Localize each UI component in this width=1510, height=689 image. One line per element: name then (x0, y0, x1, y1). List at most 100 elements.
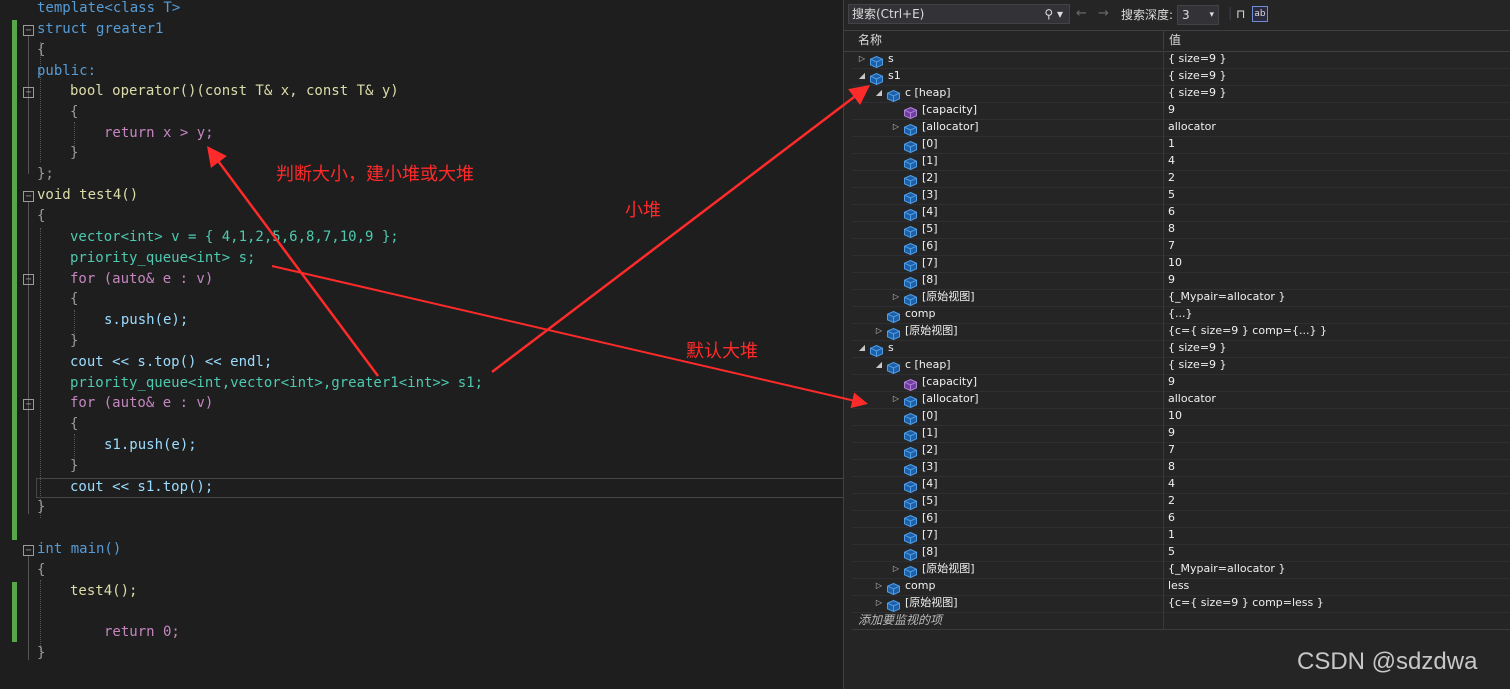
watch-row[interactable]: ▷ [原始视图] {c={ size=9 } comp=less } (852, 595, 1510, 613)
code-line[interactable]: priority_queue<int,vector<int>,greater1<… (70, 373, 483, 393)
watch-row[interactable]: [8] 9 (852, 272, 1510, 290)
watch-row[interactable]: [8] 5 (852, 544, 1510, 562)
watch-row[interactable]: ▷ [allocator] allocator (852, 119, 1510, 137)
watch-row-value[interactable]: 7 (1168, 442, 1175, 458)
watch-row-value[interactable]: 6 (1168, 510, 1175, 526)
watch-row-value[interactable]: {_Mypair=allocator } (1168, 561, 1285, 577)
watch-row-value[interactable]: 1 (1168, 136, 1175, 152)
add-watch-row[interactable]: 添加要监视的项 (852, 612, 1510, 630)
watch-row[interactable]: ▷ [原始视图] {_Mypair=allocator } (852, 289, 1510, 307)
watch-row[interactable]: [3] 5 (852, 187, 1510, 205)
watch-row[interactable]: ▷ [原始视图] {_Mypair=allocator } (852, 561, 1510, 579)
watch-row-value[interactable]: 1 (1168, 527, 1175, 543)
code-line[interactable]: struct greater1 (37, 19, 163, 39)
watch-row[interactable]: [capacity] 9 (852, 102, 1510, 120)
watch-row[interactable]: [2] 2 (852, 170, 1510, 188)
expand-arrow-icon[interactable]: ▷ (891, 391, 901, 407)
code-line[interactable]: { (37, 560, 45, 580)
watch-row[interactable]: [0] 1 (852, 136, 1510, 154)
code-line[interactable]: }; (37, 164, 54, 184)
fold-toggle-icon[interactable]: − (23, 399, 34, 410)
code-line[interactable]: } (70, 143, 78, 163)
watch-row-value[interactable]: 5 (1168, 187, 1175, 203)
watch-row-value[interactable]: {_Mypair=allocator } (1168, 289, 1285, 305)
code-line[interactable]: for (auto& e : v) (70, 393, 213, 413)
fold-toggle-icon[interactable]: − (23, 191, 34, 202)
collapse-arrow-icon[interactable]: ◢ (857, 340, 867, 356)
watch-row[interactable]: [3] 8 (852, 459, 1510, 477)
watch-row-value[interactable]: 5 (1168, 544, 1175, 560)
watch-row[interactable]: [6] 7 (852, 238, 1510, 256)
watch-row-value[interactable]: { size=9 } (1168, 340, 1227, 356)
watch-row-value[interactable]: 9 (1168, 102, 1175, 118)
code-line[interactable]: cout << s.top() << endl; (70, 352, 272, 372)
fold-toggle-icon[interactable]: − (23, 545, 34, 556)
watch-row[interactable]: [7] 10 (852, 255, 1510, 273)
search-input[interactable]: 搜索(Ctrl+E) ⚲ ▾ (848, 4, 1070, 24)
watch-row-value[interactable]: 10 (1168, 255, 1182, 271)
watch-row[interactable]: comp {...} (852, 306, 1510, 324)
code-line[interactable]: } (70, 456, 78, 476)
code-line[interactable]: s1.push(e); (104, 435, 197, 455)
watch-row[interactable]: ▷ s { size=9 } (852, 51, 1510, 69)
fold-toggle-icon[interactable]: − (23, 274, 34, 285)
watch-row[interactable]: [1] 9 (852, 425, 1510, 443)
collapse-arrow-icon[interactable]: ◢ (857, 68, 867, 84)
code-line[interactable]: vector<int> v = { 4,1,2,5,6,8,7,10,9 }; (70, 227, 399, 247)
watch-row-value[interactable]: 7 (1168, 238, 1175, 254)
watch-row[interactable]: [2] 7 (852, 442, 1510, 460)
code-line[interactable]: void test4() (37, 185, 138, 205)
watch-row[interactable]: ◢ s { size=9 } (852, 340, 1510, 358)
watch-row[interactable]: [7] 1 (852, 527, 1510, 545)
watch-row-value[interactable]: 9 (1168, 425, 1175, 441)
watch-row-value[interactable]: 10 (1168, 408, 1182, 424)
code-line[interactable]: int main() (37, 539, 121, 559)
watch-row[interactable]: [5] 8 (852, 221, 1510, 239)
watch-row[interactable]: ◢ c [heap] { size=9 } (852, 85, 1510, 103)
code-line[interactable]: } (70, 331, 78, 351)
expand-arrow-icon[interactable]: ▷ (874, 323, 884, 339)
watch-row[interactable]: [1] 4 (852, 153, 1510, 171)
watch-row[interactable]: ▷ [原始视图] {c={ size=9 } comp={...} } (852, 323, 1510, 341)
code-line[interactable]: } (37, 643, 45, 663)
fold-toggle-icon[interactable]: − (23, 25, 34, 36)
watch-row-value[interactable]: allocator (1168, 119, 1216, 135)
watch-row-value[interactable]: { size=9 } (1168, 68, 1227, 84)
code-line[interactable]: return x > y; (104, 123, 214, 143)
watch-row-value[interactable]: { size=9 } (1168, 85, 1227, 101)
code-line[interactable]: { (70, 414, 78, 434)
column-value-header[interactable]: 值 (1169, 31, 1181, 50)
expand-arrow-icon[interactable]: ▷ (874, 595, 884, 611)
watch-row[interactable]: [6] 6 (852, 510, 1510, 528)
watch-row-value[interactable]: 8 (1168, 459, 1175, 475)
code-editor[interactable]: − − − − − − template<class T> struct gre… (0, 0, 844, 689)
search-icon[interactable]: ⚲ ▾ (1044, 5, 1063, 23)
watch-row[interactable]: [4] 6 (852, 204, 1510, 222)
watch-row-value[interactable]: allocator (1168, 391, 1216, 407)
hex-view-icon[interactable]: ab (1252, 6, 1268, 22)
column-name-header[interactable]: 名称 (858, 31, 882, 50)
watch-row-value[interactable]: 6 (1168, 204, 1175, 220)
expand-arrow-icon[interactable]: ▷ (874, 578, 884, 594)
watch-row-value[interactable]: 4 (1168, 476, 1175, 492)
watch-row-value[interactable]: { size=9 } (1168, 357, 1227, 373)
watch-row-value[interactable]: {c={ size=9 } comp=less } (1168, 595, 1324, 611)
code-line[interactable]: for (auto& e : v) (70, 269, 213, 289)
watch-row-value[interactable]: 2 (1168, 170, 1175, 186)
code-line[interactable]: { (70, 102, 78, 122)
column-divider[interactable] (1163, 31, 1164, 50)
code-line[interactable]: cout << s1.top(); (70, 477, 213, 497)
code-line[interactable]: test4(); (70, 581, 137, 601)
watch-row-value[interactable]: 8 (1168, 221, 1175, 237)
watch-row[interactable]: [0] 10 (852, 408, 1510, 426)
watch-row[interactable]: ◢ s1 { size=9 } (852, 68, 1510, 86)
watch-row-value[interactable]: 4 (1168, 153, 1175, 169)
search-depth-select[interactable]: 3 ▾ (1177, 5, 1219, 25)
collapse-arrow-icon[interactable]: ◢ (874, 357, 884, 373)
watch-row[interactable]: ◢ c [heap] { size=9 } (852, 357, 1510, 375)
watch-row-value[interactable]: {...} (1168, 306, 1193, 322)
code-line[interactable]: { (37, 206, 45, 226)
watch-row-value[interactable]: 9 (1168, 272, 1175, 288)
code-line[interactable]: } (37, 497, 45, 517)
watch-row-value[interactable]: 9 (1168, 374, 1175, 390)
